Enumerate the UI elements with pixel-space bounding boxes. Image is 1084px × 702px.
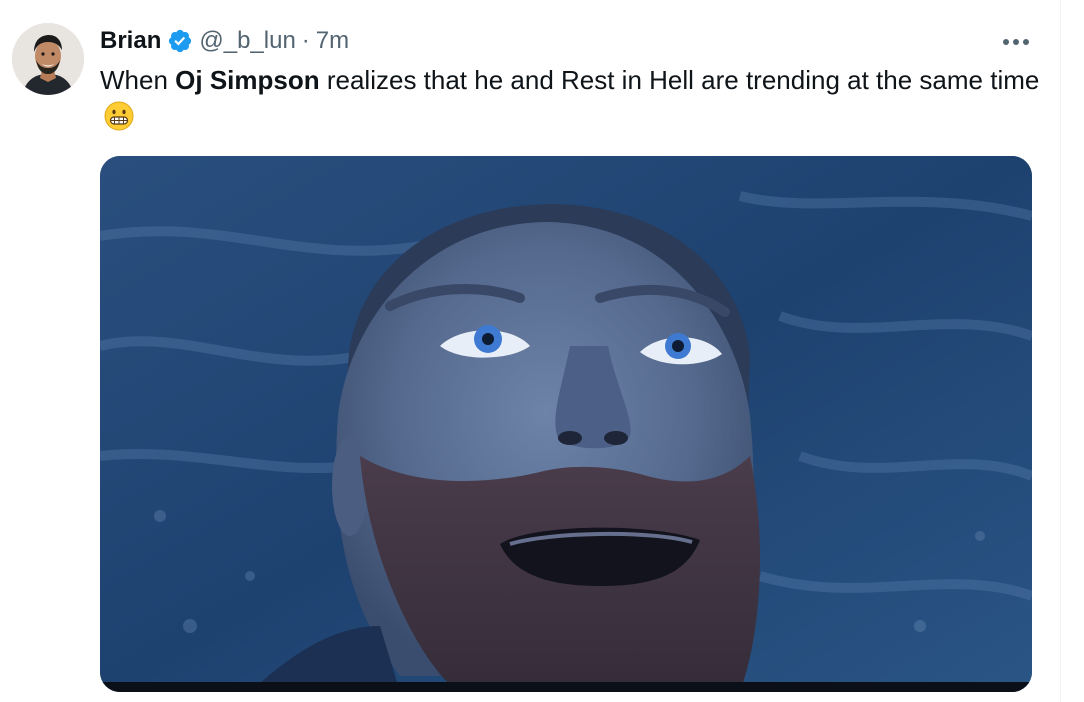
avatar[interactable] bbox=[12, 23, 84, 95]
timestamp[interactable]: 7m bbox=[316, 27, 349, 55]
tweet-media-image[interactable] bbox=[100, 156, 1032, 692]
separator-dot: · bbox=[301, 27, 310, 54]
author-name[interactable]: Brian bbox=[100, 27, 161, 55]
tweet-header: Brian @_b_lun · 7m bbox=[100, 26, 349, 56]
tweet-text: When Oj Simpson realizes that he and Res… bbox=[100, 62, 1040, 134]
more-options-icon[interactable] bbox=[996, 28, 1036, 56]
grimacing-face-icon bbox=[104, 101, 134, 131]
column-divider bbox=[1060, 0, 1061, 702]
tweet-text-after: realizes that he and Rest in Hell are tr… bbox=[319, 65, 1040, 95]
tweet: Brian @_b_lun · 7m When Oj Simpson reali… bbox=[0, 0, 1084, 702]
tweet-text-before: When bbox=[100, 65, 176, 95]
verified-badge-icon bbox=[167, 28, 193, 54]
author-handle[interactable]: @_b_lun bbox=[199, 27, 295, 55]
tweet-text-bold: Oj Simpson bbox=[175, 65, 320, 95]
